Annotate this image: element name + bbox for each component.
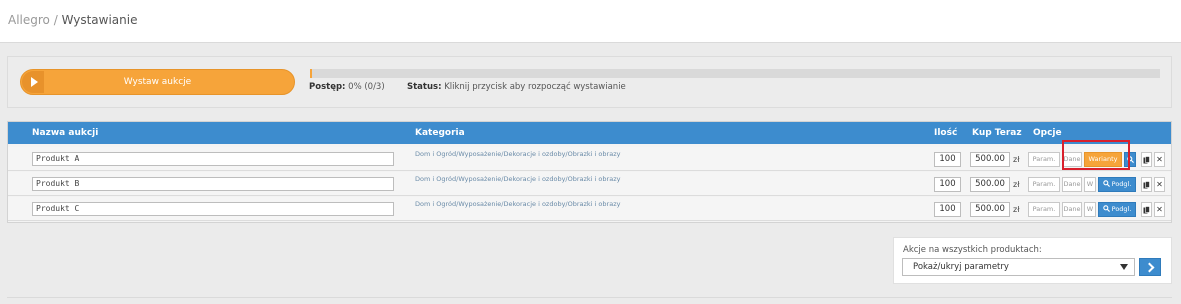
header-name: Nazwa aukcji bbox=[32, 128, 99, 138]
bulk-actions-label: Akcje na wszystkich produktach: bbox=[903, 245, 1042, 255]
quantity-input[interactable]: 100 bbox=[934, 152, 961, 167]
price-input[interactable]: 500.00 bbox=[970, 152, 1010, 167]
category-link[interactable]: Dom i Ogród/Wyposażenie/Dekoracje i ozdo… bbox=[415, 200, 620, 208]
currency-label: zł bbox=[1013, 155, 1020, 164]
table-header: Nazwa aukcji Kategoria Ilość Kup Teraz O… bbox=[8, 122, 1171, 144]
auction-name-input[interactable]: Produkt B bbox=[32, 177, 394, 191]
category-link[interactable]: Dom i Ogród/Wyposażenie/Dekoracje i ozdo… bbox=[415, 175, 620, 183]
preview-button[interactable]: Podgl. bbox=[1098, 202, 1136, 217]
header-category: Kategoria bbox=[415, 128, 465, 138]
chevron-down-icon bbox=[1120, 264, 1128, 270]
data-button[interactable]: Dane bbox=[1062, 202, 1082, 217]
auction-name-input[interactable]: Produkt C bbox=[32, 202, 394, 216]
param-button[interactable]: Param. bbox=[1028, 202, 1060, 217]
start-publishing-label: Wystaw aukcje bbox=[123, 77, 192, 87]
header-qty: Ilość bbox=[934, 128, 958, 138]
header-options: Opcje bbox=[1033, 128, 1062, 138]
param-button[interactable]: Param. bbox=[1028, 177, 1060, 192]
breadcrumb-current: Wystawianie bbox=[61, 13, 138, 27]
copy-button[interactable] bbox=[1141, 177, 1152, 192]
remove-button[interactable]: ✕ bbox=[1154, 202, 1165, 217]
copy-button[interactable] bbox=[1141, 202, 1152, 217]
progress-value: 0% (0/3) bbox=[348, 82, 385, 92]
status-label: Status: bbox=[407, 82, 442, 92]
table-row: Produkt A Dom i Ogród/Wyposażenie/Dekora… bbox=[8, 147, 1171, 171]
close-icon: ✕ bbox=[1156, 155, 1163, 164]
close-icon: ✕ bbox=[1156, 205, 1163, 214]
table-row: Produkt C Dom i Ogród/Wyposażenie/Dekora… bbox=[8, 197, 1171, 221]
status-message: Kliknij przycisk aby rozpocząć wystawian… bbox=[444, 82, 626, 92]
bulk-actions-panel: Akcje na wszystkich produktach: Pokaż/uk… bbox=[893, 237, 1172, 284]
auctions-table: Nazwa aukcji Kategoria Ilość Kup Teraz O… bbox=[7, 121, 1172, 223]
search-icon bbox=[1102, 180, 1110, 187]
preview-button[interactable]: Podgl. bbox=[1098, 177, 1136, 192]
preview-label: Podgl. bbox=[1111, 205, 1132, 213]
category-link[interactable]: Dom i Ogród/Wyposażenie/Dekoracje i ozdo… bbox=[415, 150, 620, 158]
currency-label: zł bbox=[1013, 205, 1020, 214]
quantity-input[interactable]: 100 bbox=[934, 177, 961, 192]
header-price: Kup Teraz bbox=[972, 128, 1022, 138]
close-icon: ✕ bbox=[1156, 180, 1163, 189]
breadcrumb-root[interactable]: Allegro bbox=[8, 13, 50, 27]
status-text: Status: Kliknij przycisk aby rozpocząć w… bbox=[407, 82, 626, 92]
variants-highlight-box bbox=[1062, 140, 1130, 170]
copy-icon bbox=[1143, 155, 1150, 163]
bulk-action-go-button[interactable] bbox=[1139, 258, 1161, 276]
table-row: Produkt B Dom i Ogród/Wyposażenie/Dekora… bbox=[8, 172, 1171, 196]
divider bbox=[7, 297, 1172, 298]
progress-text: Postęp: 0% (0/3) bbox=[309, 82, 385, 92]
breadcrumb-separator: / bbox=[49, 13, 62, 27]
currency-label: zł bbox=[1013, 180, 1020, 189]
price-input[interactable]: 500.00 bbox=[970, 177, 1010, 192]
param-button[interactable]: Param. bbox=[1028, 152, 1060, 167]
copy-icon bbox=[1143, 205, 1150, 213]
price-input[interactable]: 500.00 bbox=[970, 202, 1010, 217]
variants-button[interactable]: W bbox=[1084, 177, 1096, 192]
play-icon bbox=[22, 71, 44, 93]
publish-panel: Wystaw aukcje Postęp: 0% (0/3) Status: K… bbox=[7, 56, 1172, 108]
bulk-action-selected: Pokaż/ukryj parametry bbox=[913, 262, 1009, 272]
start-publishing-button[interactable]: Wystaw aukcje bbox=[20, 69, 295, 95]
auction-name-input[interactable]: Produkt A bbox=[32, 152, 394, 166]
search-icon bbox=[1102, 205, 1110, 212]
progress-bar bbox=[310, 69, 1160, 78]
remove-button[interactable]: ✕ bbox=[1154, 152, 1165, 167]
data-button[interactable]: Dane bbox=[1062, 177, 1082, 192]
top-bar: Allegro / Wystawianie bbox=[0, 0, 1181, 43]
bulk-action-select[interactable]: Pokaż/ukryj parametry bbox=[902, 258, 1135, 276]
remove-button[interactable]: ✕ bbox=[1154, 177, 1165, 192]
preview-label: Podgl. bbox=[1111, 180, 1132, 188]
progress-label: Postęp: bbox=[309, 82, 346, 92]
copy-button[interactable] bbox=[1141, 152, 1152, 167]
breadcrumb: Allegro / Wystawianie bbox=[8, 13, 137, 27]
variants-button[interactable]: W bbox=[1084, 202, 1096, 217]
quantity-input[interactable]: 100 bbox=[934, 202, 961, 217]
copy-icon bbox=[1143, 180, 1150, 188]
progress-fill bbox=[310, 69, 312, 78]
